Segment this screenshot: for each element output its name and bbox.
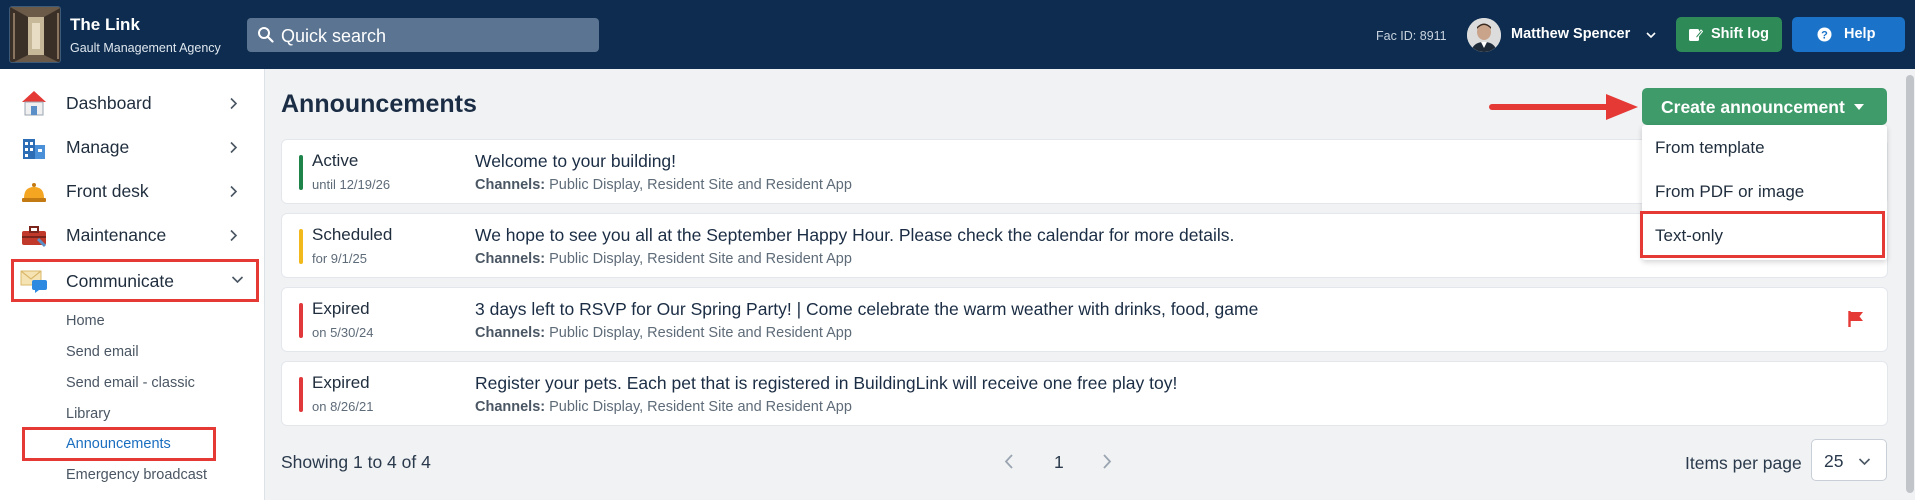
channels-value: Public Display, Resident Site and Reside… (549, 251, 852, 267)
chevron-right-icon (230, 185, 238, 198)
announcement-channels: Channels: Public Display, Resident Site … (475, 325, 852, 341)
announcement-channels: Channels: Public Display, Resident Site … (475, 177, 852, 193)
app-title: The Link (70, 15, 140, 34)
announcement-message[interactable]: We hope to see you all at the September … (475, 225, 1234, 246)
help-button[interactable]: ? Help (1792, 17, 1905, 52)
chevron-right-icon (230, 229, 238, 242)
items-per-page-label: Items per page (1685, 453, 1802, 473)
create-announcement-menu: From template From PDF or image Text-onl… (1640, 125, 1887, 260)
status-bar (299, 303, 303, 338)
search-icon (258, 27, 274, 43)
sidebar-item-manage[interactable]: Manage (14, 128, 254, 166)
announcement-message[interactable]: 3 days left to RSVP for Our Spring Party… (475, 299, 1258, 320)
sidebar-item-label: Maintenance (66, 225, 167, 245)
notebook-pencil-icon (1689, 29, 1703, 41)
envelope-chat-icon (20, 270, 47, 293)
status-label: Scheduled (312, 225, 393, 244)
announcement-channels: Channels: Public Display, Resident Site … (475, 399, 852, 415)
status-label: Expired (312, 373, 370, 392)
flag-icon[interactable] (1847, 310, 1865, 328)
chevron-down-icon (1858, 458, 1871, 466)
sidebar-item-front-desk[interactable]: Front desk (14, 172, 254, 210)
items-per-page-value: 25 (1824, 451, 1844, 471)
shift-log-button[interactable]: Shift log (1676, 17, 1782, 52)
status-date: on 8/26/21 (312, 399, 374, 414)
status-bar (299, 377, 303, 412)
toolbox-icon (22, 226, 47, 248)
sidebar: Dashboard Manage Front desk Maintenance … (0, 69, 265, 500)
chevron-down-icon (231, 276, 244, 284)
sidebar-item-communicate[interactable]: Communicate (11, 259, 259, 302)
channels-value: Public Display, Resident Site and Reside… (549, 325, 852, 341)
question-circle-icon: ? (1817, 27, 1832, 42)
sidebar-item-label: Communicate (66, 271, 174, 291)
sidebar-item-label: Dashboard (66, 93, 152, 113)
building-icon (23, 139, 45, 159)
menu-item-from-template[interactable]: From template (1655, 138, 1765, 158)
status-label: Expired (312, 299, 370, 318)
sidebar-item-label: Front desk (66, 181, 149, 201)
status-bar (299, 155, 303, 190)
channels-label: Channels: (475, 399, 546, 415)
user-name[interactable]: Matthew Spencer (1511, 26, 1630, 42)
announcement-row[interactable]: Expired on 5/30/24 3 days left to RSVP f… (282, 288, 1887, 351)
status-label: Active (312, 151, 359, 170)
sidebar-item-maintenance[interactable]: Maintenance (14, 216, 254, 254)
items-per-page-select[interactable]: 25 (1811, 439, 1887, 481)
sidebar-subitem-library[interactable]: Library (66, 406, 110, 422)
announcement-channels: Channels: Public Display, Resident Site … (475, 251, 852, 267)
chevron-right-icon (230, 141, 238, 154)
chevron-left-icon[interactable] (1003, 453, 1015, 470)
search-placeholder: Quick search (281, 26, 387, 46)
quick-search-input[interactable]: Quick search (247, 18, 599, 52)
top-bar: The Link Gault Management Agency Quick s… (0, 0, 1915, 69)
menu-item-text-only[interactable]: Text-only (1655, 226, 1723, 246)
announcement-message[interactable]: Register your pets. Each pet that is reg… (475, 373, 1177, 394)
chevron-right-icon[interactable] (1101, 453, 1113, 470)
announcement-row[interactable]: Expired on 8/26/21 Register your pets. E… (282, 362, 1887, 425)
app-logo[interactable] (9, 6, 61, 63)
sidebar-item-dashboard[interactable]: Dashboard (14, 84, 254, 122)
app-subtitle: Gault Management Agency (70, 41, 221, 55)
sidebar-subitem-home[interactable]: Home (66, 313, 105, 329)
channels-label: Channels: (475, 251, 546, 267)
announcement-message[interactable]: Welcome to your building! (475, 151, 676, 172)
channels-label: Channels: (475, 325, 546, 341)
sidebar-subitem-send-email-classic[interactable]: Send email - classic (66, 375, 195, 391)
channels-label: Channels: (475, 177, 546, 193)
svg-text:?: ? (1821, 30, 1828, 42)
sidebar-subitem-send-email[interactable]: Send email (66, 344, 139, 360)
sidebar-subitem-announcements[interactable]: Announcements (66, 436, 171, 452)
status-date: until 12/19/26 (312, 177, 391, 192)
caret-down-icon (1854, 104, 1864, 110)
help-label: Help (1844, 26, 1876, 42)
facility-id: Fac ID: 8911 (1376, 29, 1447, 43)
service-bell-icon (22, 183, 46, 202)
chevron-right-icon (230, 97, 238, 110)
create-announcement-button[interactable]: Create announcement (1642, 88, 1887, 125)
pagination-summary: Showing 1 to 4 of 4 (281, 452, 431, 472)
menu-item-from-pdf-or-image[interactable]: From PDF or image (1655, 182, 1804, 202)
status-bar (299, 229, 303, 264)
sidebar-item-label: Manage (66, 137, 130, 157)
shift-log-label: Shift log (1711, 26, 1769, 42)
user-avatar[interactable] (1467, 18, 1501, 52)
create-announcement-label: Create announcement (1661, 97, 1845, 117)
channels-value: Public Display, Resident Site and Reside… (549, 177, 852, 193)
house-icon (22, 91, 46, 116)
scrollbar-thumb[interactable] (1906, 75, 1914, 493)
status-date: for 9/1/25 (312, 251, 367, 266)
sidebar-subitem-emergency-broadcast[interactable]: Emergency broadcast (66, 467, 207, 483)
annotation-arrow (1489, 94, 1638, 120)
chevron-down-icon[interactable] (1645, 30, 1657, 40)
status-date: on 5/30/24 (312, 325, 374, 340)
page-title: Announcements (281, 90, 477, 118)
page-number[interactable]: 1 (1054, 452, 1064, 473)
channels-value: Public Display, Resident Site and Reside… (549, 399, 852, 415)
